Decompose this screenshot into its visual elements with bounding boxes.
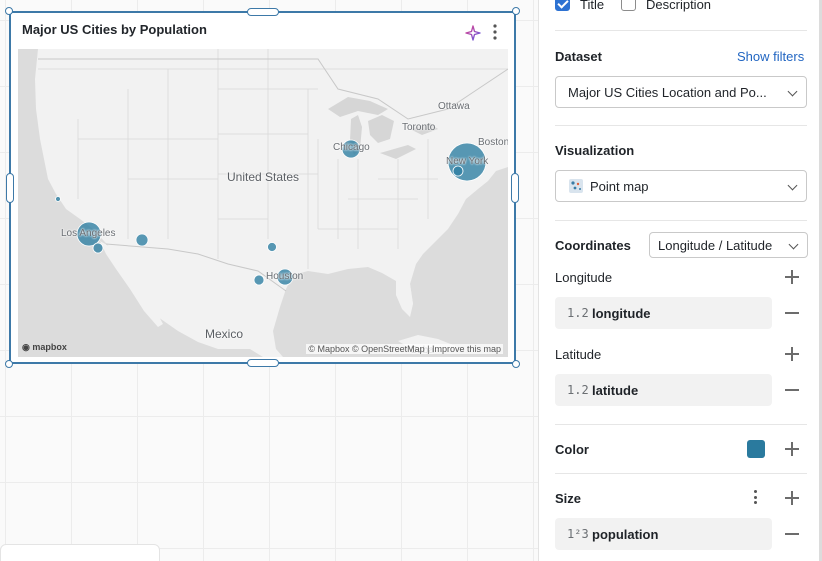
latitude-field-chip[interactable]: 1.2 latitude bbox=[555, 374, 772, 406]
point-san-diego bbox=[92, 242, 104, 254]
map-label-toronto: Toronto bbox=[402, 122, 436, 133]
point-map[interactable]: Ottawa Toronto Boston Chicago New York U… bbox=[18, 49, 508, 357]
map-label-los-angeles: Los Angeles bbox=[61, 228, 116, 239]
point-map-icon bbox=[569, 179, 583, 193]
map-label-ottawa: Ottawa bbox=[438, 101, 470, 112]
resize-handle-top-right[interactable] bbox=[512, 7, 520, 15]
title-checkbox-label: Title bbox=[580, 0, 605, 12]
decimal-type-icon: 1.2 bbox=[567, 383, 589, 397]
decimal-type-icon: 1.2 bbox=[567, 306, 589, 320]
map-label-houston: Houston bbox=[266, 271, 304, 282]
remove-size-minus-icon[interactable] bbox=[784, 526, 800, 542]
divider bbox=[555, 125, 807, 126]
point-san-antonio bbox=[253, 274, 265, 286]
chevron-down-icon bbox=[787, 86, 798, 97]
visualization-select[interactable]: Point map bbox=[555, 170, 807, 202]
coordinates-mode-select[interactable]: Longitude / Latitude bbox=[649, 232, 808, 258]
map-label-boston: Boston bbox=[478, 137, 508, 148]
widget-title: Major US Cities by Population bbox=[22, 22, 207, 37]
divider bbox=[555, 220, 807, 221]
resize-handle-top[interactable] bbox=[247, 8, 279, 16]
mapbox-logo[interactable]: ◉ mapbox bbox=[22, 342, 67, 353]
add-longitude-plus-icon[interactable] bbox=[784, 269, 800, 285]
chevron-down-icon bbox=[787, 180, 798, 191]
visualization-select-value: Point map bbox=[590, 178, 649, 194]
resize-handle-bottom[interactable] bbox=[247, 359, 279, 367]
latitude-label: Latitude bbox=[555, 347, 602, 362]
size-label: Size bbox=[555, 491, 582, 506]
add-size-plus-icon[interactable] bbox=[784, 490, 800, 506]
chevron-down-icon bbox=[788, 239, 799, 250]
description-checkbox-label: Description bbox=[646, 0, 712, 12]
dataset-select-value: Major US Cities Location and Po... bbox=[568, 84, 767, 100]
dataset-select[interactable]: Major US Cities Location and Po... bbox=[555, 76, 807, 108]
map-widget[interactable]: Major US Cities by Population Ottawa Tor… bbox=[5, 7, 520, 368]
title-checkbox[interactable] bbox=[555, 0, 570, 11]
divider bbox=[555, 30, 807, 31]
resize-handle-bottom-right[interactable] bbox=[512, 360, 520, 368]
size-more-options-icon[interactable] bbox=[754, 490, 758, 506]
mapbox-logo-text: mapbox bbox=[32, 342, 67, 352]
map-attribution[interactable]: © Mapbox © OpenStreetMap | Improve this … bbox=[306, 344, 503, 354]
resize-handle-bottom-left[interactable] bbox=[5, 360, 13, 368]
remove-latitude-minus-icon[interactable] bbox=[784, 382, 800, 398]
resize-handle-top-left[interactable] bbox=[5, 7, 13, 15]
longitude-field-name: longitude bbox=[592, 305, 651, 321]
map-label-new-york: New York bbox=[446, 156, 489, 167]
divider bbox=[555, 473, 807, 474]
point-dallas bbox=[267, 242, 277, 252]
color-label: Color bbox=[555, 442, 589, 457]
point-new-york-2 bbox=[452, 165, 464, 177]
dashboard-canvas: Major US Cities by Population Ottawa Tor… bbox=[0, 0, 538, 561]
add-color-plus-icon[interactable] bbox=[784, 441, 800, 457]
sparkle-icon[interactable] bbox=[464, 24, 482, 42]
color-swatch[interactable] bbox=[747, 440, 765, 458]
population-field-name: population bbox=[592, 526, 659, 542]
dataset-label: Dataset bbox=[555, 49, 602, 64]
coordinates-mode-value: Longitude / Latitude bbox=[658, 237, 773, 253]
visualization-label: Visualization bbox=[555, 143, 635, 158]
longitude-label: Longitude bbox=[555, 270, 613, 285]
map-label-united-states: United States bbox=[227, 170, 300, 184]
canvas-card-partial[interactable] bbox=[0, 544, 160, 561]
point-san-jose bbox=[55, 196, 61, 202]
resize-handle-right[interactable] bbox=[511, 173, 519, 203]
population-field-chip[interactable]: 1²3 population bbox=[555, 518, 772, 550]
add-latitude-plus-icon[interactable] bbox=[784, 346, 800, 362]
coordinates-label: Coordinates bbox=[555, 238, 631, 253]
description-checkbox[interactable] bbox=[621, 0, 636, 11]
remove-longitude-minus-icon[interactable] bbox=[784, 305, 800, 321]
longitude-field-chip[interactable]: 1.2 longitude bbox=[555, 297, 772, 329]
divider bbox=[555, 424, 807, 425]
mapbox-logo-icon: ◉ bbox=[22, 342, 30, 352]
show-filters-link[interactable]: Show filters bbox=[737, 49, 804, 64]
point-phoenix bbox=[135, 233, 149, 247]
resize-handle-left[interactable] bbox=[6, 173, 14, 203]
integer-type-icon: 1²3 bbox=[567, 527, 589, 541]
map-label-mexico: Mexico bbox=[205, 327, 244, 341]
widget-config-panel: Title Description Dataset Show filters M… bbox=[538, 0, 822, 561]
map-label-chicago: Chicago bbox=[333, 142, 370, 153]
more-options-icon[interactable] bbox=[489, 23, 501, 41]
latitude-field-name: latitude bbox=[592, 382, 639, 398]
